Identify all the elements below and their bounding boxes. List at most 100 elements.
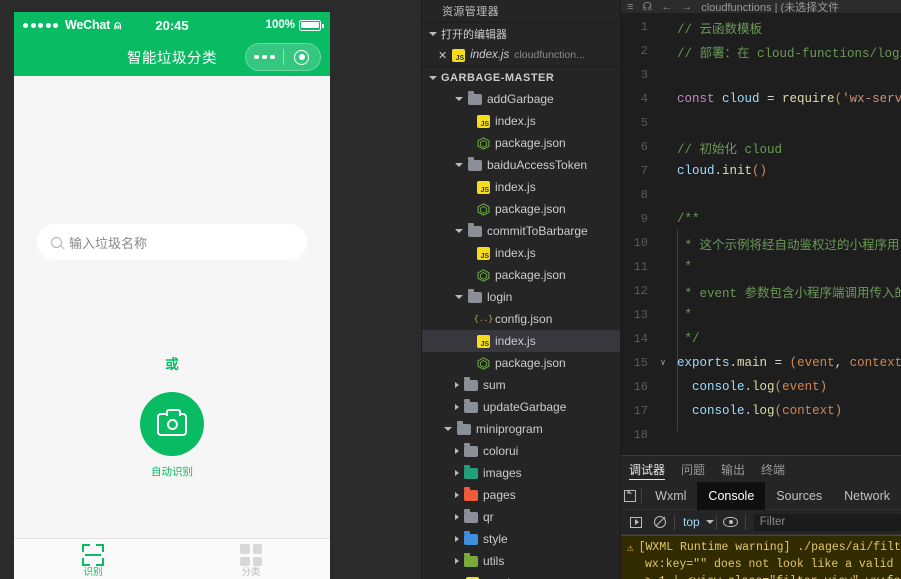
code-line[interactable]: 9 /** (621, 207, 901, 231)
tree-file[interactable]: package.json (422, 198, 620, 220)
target-circle-icon[interactable] (284, 49, 321, 65)
arrow-left-icon[interactable]: ← (661, 1, 672, 13)
file-tree[interactable]: addGarbage JS index.js package.json baiduAcc… (422, 88, 620, 579)
devtools-tab-sources[interactable]: Sources (765, 482, 833, 510)
inspect-element-icon[interactable] (621, 489, 639, 502)
wechat-capsule-button[interactable] (245, 43, 321, 71)
open-editor-item[interactable]: ✕ JS index.js cloudfunction... (422, 44, 620, 66)
tree-folder[interactable]: miniprogram (422, 418, 620, 440)
close-icon[interactable]: ✕ (438, 49, 447, 62)
devtools-tab-wxml[interactable]: Wxml (644, 482, 697, 510)
tree-folder[interactable]: login (422, 286, 620, 308)
code-line[interactable]: 18 (621, 423, 901, 447)
tab-category[interactable]: 分类 (172, 539, 330, 579)
tab-scan[interactable]: 识别 (14, 539, 172, 579)
tree-file[interactable]: package.json (422, 264, 620, 286)
code-line[interactable]: 14 */ (621, 327, 901, 351)
arrow-right-icon[interactable]: → (681, 1, 692, 13)
code-line[interactable]: 4 const cloud = require('wx-server (621, 87, 901, 111)
project-root-header[interactable]: GARBAGE-MASTER (422, 66, 620, 88)
chevron-right-icon[interactable] (455, 404, 459, 410)
more-dots-icon[interactable] (246, 54, 283, 60)
tree-file[interactable]: JS index.js (422, 176, 620, 198)
console-messages[interactable]: ⚠ [WXML Runtime warning] ./pages/ai/filte… (621, 535, 901, 579)
tree-folder[interactable]: updateGarbage (422, 396, 620, 418)
tree-folder[interactable]: commitToBarbarge (422, 220, 620, 242)
console-filter-input[interactable]: Filter (753, 513, 901, 531)
chevron-right-icon[interactable] (455, 514, 459, 520)
chevron-down-icon[interactable] (455, 229, 463, 233)
devtools-tabs[interactable]: Wxml Console Sources Network (621, 481, 901, 510)
tree-folder[interactable]: qr (422, 506, 620, 528)
console-context-selector[interactable]: top (677, 515, 706, 529)
chevron-right-icon[interactable] (455, 448, 459, 454)
code-line[interactable]: 13 * (621, 303, 901, 327)
tree-folder[interactable]: sum (422, 374, 620, 396)
console-sidebar-icon[interactable] (624, 516, 648, 528)
chevron-down-icon[interactable] (455, 163, 463, 167)
chevron-down-icon[interactable] (705, 520, 714, 524)
code-token: () (752, 164, 768, 178)
search-input[interactable]: 输入垃圾名称 (37, 224, 307, 260)
tree-item-label: commitToBarbarge (487, 224, 588, 238)
tree-file[interactable]: JS index.js (422, 110, 620, 132)
tree-file[interactable]: JSapp.js (422, 572, 620, 579)
code-editor[interactable]: 1 // 云函数模板 2 // 部署：在 cloud-functions/login 3… (621, 13, 901, 455)
code-line[interactable]: 12 * event 参数包含小程序端调用传入的 (621, 279, 901, 303)
code-token: ( (834, 92, 843, 106)
signal-dots-icon (23, 22, 58, 28)
tree-folder[interactable]: baiduAccessToken (422, 154, 620, 176)
chevron-down-icon[interactable] (455, 97, 463, 101)
chevron-right-icon[interactable] (455, 492, 459, 498)
chevron-right-icon[interactable] (455, 470, 459, 476)
devtools-tab-list[interactable]: Wxml Console Sources Network (644, 481, 901, 510)
debug-tab-item[interactable]: 问题 (681, 456, 705, 482)
tree-folder[interactable]: style (422, 528, 620, 550)
code-line[interactable]: 11 * (621, 255, 901, 279)
tree-item-label: login (487, 290, 513, 304)
tree-folder[interactable]: utils (422, 550, 620, 572)
clear-console-icon[interactable] (648, 516, 672, 528)
tree-folder[interactable]: pages (422, 484, 620, 506)
code-line[interactable]: 7 cloud.init() (621, 159, 901, 183)
debug-tab-item[interactable]: 输出 (721, 456, 745, 482)
devtools-tab-console[interactable]: Console (697, 481, 766, 510)
code-line[interactable]: 8 (621, 183, 901, 207)
tree-file[interactable]: JS index.js (422, 330, 620, 352)
bookmark-icon[interactable]: ☊ (642, 0, 652, 13)
code-token: log (752, 404, 775, 418)
auto-recognize-button[interactable] (140, 392, 204, 456)
code-line[interactable]: 5 (621, 111, 901, 135)
tree-file[interactable]: JS index.js (422, 242, 620, 264)
code-line[interactable]: 1 // 云函数模板 (621, 15, 901, 39)
debug-panel-tabs[interactable]: 调试器 问题 输出 终端 (621, 456, 901, 482)
chevron-down-icon[interactable] (455, 295, 463, 299)
breadcrumb[interactable]: cloudfunctions | (未选择文件 (701, 0, 839, 14)
code-line[interactable]: 16 console.log(event) (621, 375, 901, 399)
code-line[interactable]: 3 (621, 63, 901, 87)
tree-folder[interactable]: colorui (422, 440, 620, 462)
tree-folder[interactable]: addGarbage (422, 88, 620, 110)
tree-folder[interactable]: images (422, 462, 620, 484)
tree-item-label: index.js (495, 180, 536, 194)
chevron-right-icon[interactable] (455, 558, 459, 564)
chevron-right-icon[interactable] (455, 536, 459, 542)
code-line[interactable]: 2 // 部署：在 cloud-functions/login (621, 39, 901, 63)
code-line[interactable]: 17 console.log(context) (621, 399, 901, 423)
chevron-right-icon[interactable] (455, 382, 459, 388)
eye-icon[interactable] (719, 517, 743, 527)
code-line[interactable]: 6 // 初始化 cloud (621, 135, 901, 159)
code-line[interactable]: 15 ∨exports.main = (event, context) (621, 351, 901, 375)
open-editors-header[interactable]: 打开的编辑器 (422, 22, 620, 44)
code-line[interactable]: 10 * 这个示例将经自动鉴权过的小程序用 (621, 231, 901, 255)
search-placeholder: 输入垃圾名称 (69, 235, 148, 251)
tree-file[interactable]: package.json (422, 352, 620, 374)
debug-tab-active[interactable]: 调试器 (629, 456, 666, 482)
tree-file[interactable]: {..} config.json (422, 308, 620, 330)
chevron-down-icon[interactable] (444, 427, 452, 431)
debug-tab-item[interactable]: 终端 (761, 456, 785, 482)
devtools-tab-network[interactable]: Network (833, 482, 901, 510)
hamburger-icon[interactable]: ≡ (627, 1, 633, 13)
tree-file[interactable]: package.json (422, 132, 620, 154)
fold-chevron-icon[interactable]: ∨ (657, 358, 669, 368)
